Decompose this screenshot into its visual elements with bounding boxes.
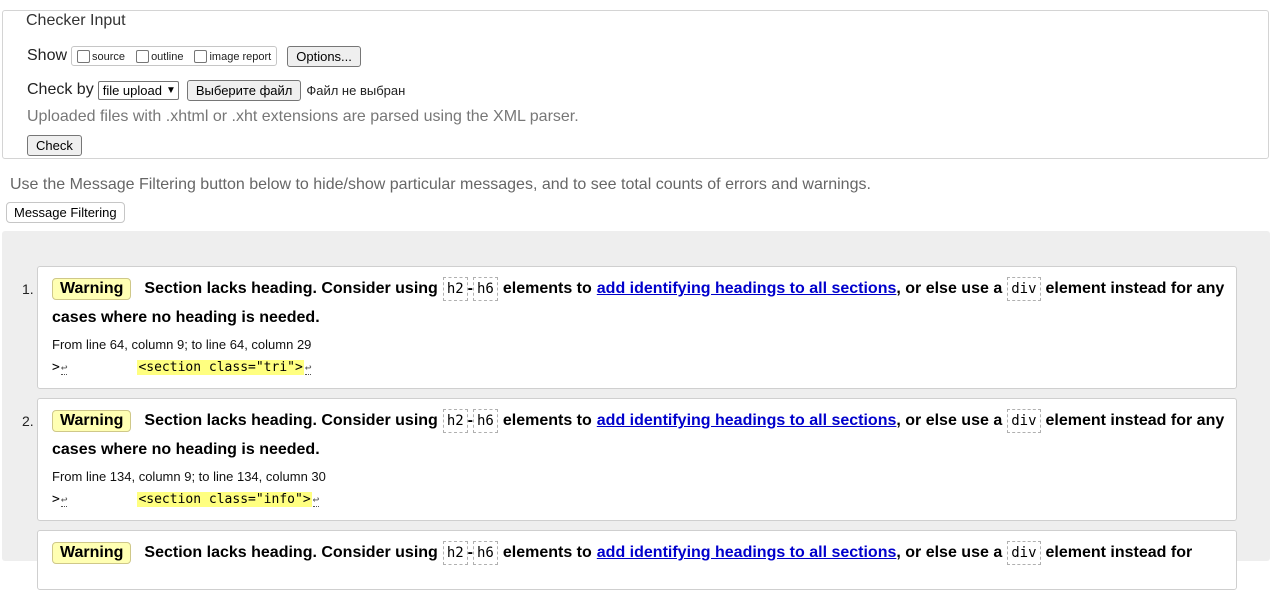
location-text: From line 134, column 9; to line 134, co… xyxy=(52,469,326,484)
message-number: 2. xyxy=(22,413,34,429)
show-outline-checkbox[interactable]: outline xyxy=(133,49,184,63)
extract-prefix: > xyxy=(52,360,60,375)
source-extract: > ↩ <section class="info"> ↩ xyxy=(52,492,320,507)
code-snippet: h6 xyxy=(473,541,498,565)
message-text: element instead for any xyxy=(1045,280,1225,297)
message-text: cases where no heading is needed. xyxy=(52,309,320,326)
message-text: Section lacks heading. Consider using xyxy=(144,412,438,429)
message-item: Warning Section lacks heading. Consider … xyxy=(37,266,1237,389)
message-item: Warning Section lacks heading. Consider … xyxy=(37,530,1237,590)
message-text: element instead for any xyxy=(1045,412,1225,429)
results-panel: 1. Warning Section lacks heading. Consid… xyxy=(2,231,1270,590)
message-text: , or else use a xyxy=(896,412,1003,429)
file-status-text: Файл не выбран xyxy=(306,82,406,98)
show-options-group: source outline image report xyxy=(71,46,278,66)
checkbox-label: outline xyxy=(151,51,184,63)
checkbox-box[interactable] xyxy=(77,49,91,63)
warning-badge: Warning xyxy=(52,278,132,300)
message-text: cases where no heading is needed. xyxy=(52,441,320,458)
code-snippet: h6 xyxy=(473,409,498,433)
headings-link[interactable]: add identifying headings to all sections xyxy=(597,412,897,430)
select-value: file upload xyxy=(102,82,162,98)
show-image-report-checkbox[interactable]: image report xyxy=(191,49,272,63)
filter-instructions: Use the Message Filtering button below t… xyxy=(10,176,871,193)
return-icon: ↩ xyxy=(312,492,320,507)
check-by-label: Check by xyxy=(27,81,94,98)
code-snippet: h2 xyxy=(442,541,468,565)
checkbox-box[interactable] xyxy=(136,49,150,63)
highlighted-code: <section class="tri"> xyxy=(137,360,304,375)
message-text: Section lacks heading. Consider using xyxy=(144,280,438,297)
headings-link[interactable]: add identifying headings to all sections xyxy=(597,544,897,562)
message-text: , or else use a xyxy=(896,280,1003,297)
message-filtering-button[interactable]: Message Filtering xyxy=(6,202,125,223)
return-icon: ↩ xyxy=(60,492,68,507)
check-button[interactable]: Check xyxy=(27,135,82,156)
message-text: element instead for xyxy=(1045,544,1193,561)
extract-prefix: > xyxy=(52,492,60,507)
checkbox-label: source xyxy=(92,51,126,63)
warning-badge: Warning xyxy=(52,542,132,564)
return-icon: ↩ xyxy=(304,360,312,375)
highlighted-code: <section class="info"> xyxy=(137,492,312,507)
checkbox-box[interactable] xyxy=(194,49,208,63)
source-extract: > ↩ <section class="tri"> ↩ xyxy=(52,360,312,375)
code-snippet: h2 xyxy=(442,409,468,433)
options-button[interactable]: Options... xyxy=(287,45,361,67)
message-text: Section lacks heading. Consider using xyxy=(144,544,438,561)
message-text: , or else use a xyxy=(896,544,1003,561)
message-item: Warning Section lacks heading. Consider … xyxy=(37,398,1237,521)
message-text: elements to xyxy=(502,412,592,429)
fieldset-legend: Checker Input xyxy=(23,12,129,30)
headings-link[interactable]: add identifying headings to all sections xyxy=(597,280,897,298)
code-snippet: div xyxy=(1007,277,1041,301)
message-text: elements to xyxy=(502,280,592,297)
chevron-down-icon: ▼ xyxy=(165,84,176,96)
show-row: Show source outline image report Options… xyxy=(27,45,361,67)
message-number: 1. xyxy=(22,281,34,297)
check-by-row: Check by file upload ▼ Выберите файл Фай… xyxy=(27,78,405,102)
xml-parser-note: Uploaded files with .xhtml or .xht exten… xyxy=(27,108,579,125)
checkbox-label: image report xyxy=(209,51,272,63)
location-text: From line 64, column 9; to line 64, colu… xyxy=(52,337,312,352)
check-by-select[interactable]: file upload ▼ xyxy=(97,80,179,100)
message-text: elements to xyxy=(502,544,592,561)
message-line: Warning Section lacks heading. Consider … xyxy=(52,409,1224,433)
code-snippet: h6 xyxy=(473,277,498,301)
return-icon: ↩ xyxy=(60,360,68,375)
show-label: Show xyxy=(27,47,68,64)
choose-file-button[interactable]: Выберите файл xyxy=(186,79,302,101)
code-snippet: div xyxy=(1007,541,1041,565)
code-snippet: h2 xyxy=(442,277,468,301)
message-line: Warning Section lacks heading. Consider … xyxy=(52,541,1192,565)
warning-badge: Warning xyxy=(52,410,132,432)
show-source-checkbox[interactable]: source xyxy=(74,49,126,63)
message-line: Warning Section lacks heading. Consider … xyxy=(52,277,1224,301)
code-snippet: div xyxy=(1007,409,1041,433)
checker-input-fieldset: Checker Input Show source outline image … xyxy=(2,10,1269,159)
